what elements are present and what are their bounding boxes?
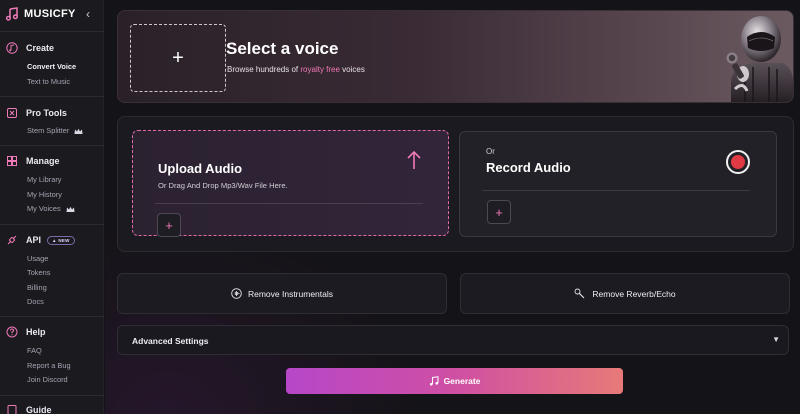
select-voice-subtitle: Browse hundreds of royalty free voices (227, 65, 365, 74)
sidebar-item-report-bug[interactable]: Report a Bug (27, 361, 71, 370)
remove-reverb-button[interactable]: Remove Reverb/Echo (460, 273, 790, 314)
section-pro-tools[interactable]: Pro Tools (6, 107, 67, 119)
or-label: Or (486, 147, 495, 156)
record-icon (731, 155, 745, 169)
library-icon (7, 156, 17, 166)
sidebar-item-convert-voice[interactable]: Convert Voice (27, 62, 76, 71)
select-voice-plus-button[interactable]: + (130, 24, 226, 92)
upload-add-button[interactable]: + (157, 213, 181, 237)
section-create[interactable]: Create (6, 42, 54, 54)
chevron-left-icon[interactable]: ‹ (86, 8, 90, 20)
divider (0, 145, 104, 146)
section-title: Help (26, 327, 46, 337)
microphone-icon (574, 288, 585, 298)
divider (155, 203, 423, 204)
section-title: Pro Tools (26, 108, 67, 118)
sidebar-item-usage[interactable]: Usage (27, 254, 48, 263)
sidebar-item-stem-splitter[interactable]: Stem Splitter (27, 126, 83, 135)
section-api[interactable]: API ▲ NEW (6, 234, 75, 246)
divider (0, 224, 104, 225)
divider (0, 96, 104, 97)
royalty-free-link[interactable]: royalty free (300, 65, 340, 74)
section-manage[interactable]: Manage (6, 155, 60, 167)
new-badge: ▲ NEW (47, 235, 75, 245)
advanced-settings-label: Advanced Settings (132, 336, 209, 346)
sidebar-item-label: My Voices (27, 204, 61, 213)
badge-label: NEW (58, 237, 70, 243)
section-title: API (26, 235, 42, 245)
divider (0, 31, 104, 32)
sidebar-item-text-to-music[interactable]: Text to Music (27, 77, 70, 86)
sidebar: MUSICFY ‹ Create Convert Voice Text to M… (0, 0, 104, 414)
section-title: Guide (26, 405, 52, 414)
tools-icon (7, 108, 17, 118)
generate-button[interactable]: Generate (286, 368, 623, 394)
waveform-circle-icon (231, 288, 242, 299)
remove-instrumentals-label: Remove Instrumentals (247, 288, 334, 299)
remove-instrumentals-button[interactable]: Remove Instrumentals (117, 273, 447, 314)
main-content: + Select a voice Browse hundreds of roya… (105, 0, 800, 414)
remove-reverb-label: Remove Reverb/Echo (592, 288, 676, 299)
plus-icon: + (165, 217, 173, 233)
plus-icon: + (495, 204, 503, 220)
crown-icon (74, 128, 83, 134)
music-note-icon (6, 42, 18, 54)
sidebar-item-faq[interactable]: FAQ (27, 346, 42, 355)
brand[interactable]: MUSICFY (5, 7, 76, 21)
sidebar-item-billing[interactable]: Billing (27, 283, 47, 292)
subtitle-text: voices (339, 65, 365, 74)
guide-icon (7, 405, 17, 414)
chevron-down-icon: ▼ (772, 335, 780, 344)
section-guide[interactable]: Guide (6, 404, 52, 414)
section-help[interactable]: Help (6, 326, 46, 338)
generate-label: Generate (443, 376, 481, 386)
sidebar-item-my-library[interactable]: My Library (27, 175, 62, 184)
section-title: Manage (26, 156, 60, 166)
api-icon (7, 235, 17, 245)
upload-arrow-icon (407, 150, 421, 169)
sidebar-item-tokens[interactable]: Tokens (27, 268, 50, 277)
section-title: Create (26, 43, 55, 53)
plus-icon: + (172, 46, 184, 69)
record-audio-title: Record Audio (486, 160, 571, 175)
subtitle-text: Browse hundreds of (227, 65, 301, 74)
sidebar-item-label: Stem Splitter (27, 126, 70, 135)
audio-input-panel: Upload Audio Or Drag And Drop Mp3/Wav Fi… (117, 116, 794, 252)
music-note-icon (429, 376, 439, 386)
music-note-icon (5, 7, 18, 21)
sidebar-item-docs[interactable]: Docs (27, 297, 44, 306)
sidebar-item-my-voices[interactable]: My Voices (27, 204, 75, 213)
upload-audio-dropzone[interactable]: Upload Audio Or Drag And Drop Mp3/Wav Fi… (132, 130, 449, 237)
upload-audio-subtitle: Or Drag And Drop Mp3/Wav File Here. (158, 181, 288, 190)
divider (482, 190, 750, 191)
robot-singer-image (726, 16, 793, 102)
record-audio-card[interactable]: Or Record Audio + (459, 131, 777, 237)
sidebar-item-join-discord[interactable]: Join Discord (27, 375, 68, 384)
sidebar-item-my-history[interactable]: My History (27, 190, 62, 199)
record-button[interactable] (726, 150, 750, 174)
crown-icon (66, 206, 75, 212)
upload-audio-title: Upload Audio (158, 161, 243, 176)
select-voice-banner[interactable]: + Select a voice Browse hundreds of roya… (117, 10, 794, 103)
advanced-settings-dropdown[interactable]: Advanced Settings ▼ (117, 325, 789, 355)
divider (0, 395, 104, 396)
brand-name: MUSICFY (24, 8, 76, 20)
record-add-button[interactable]: + (487, 200, 511, 224)
divider (0, 316, 104, 317)
help-icon (6, 326, 18, 338)
select-voice-title: Select a voice (226, 39, 339, 58)
